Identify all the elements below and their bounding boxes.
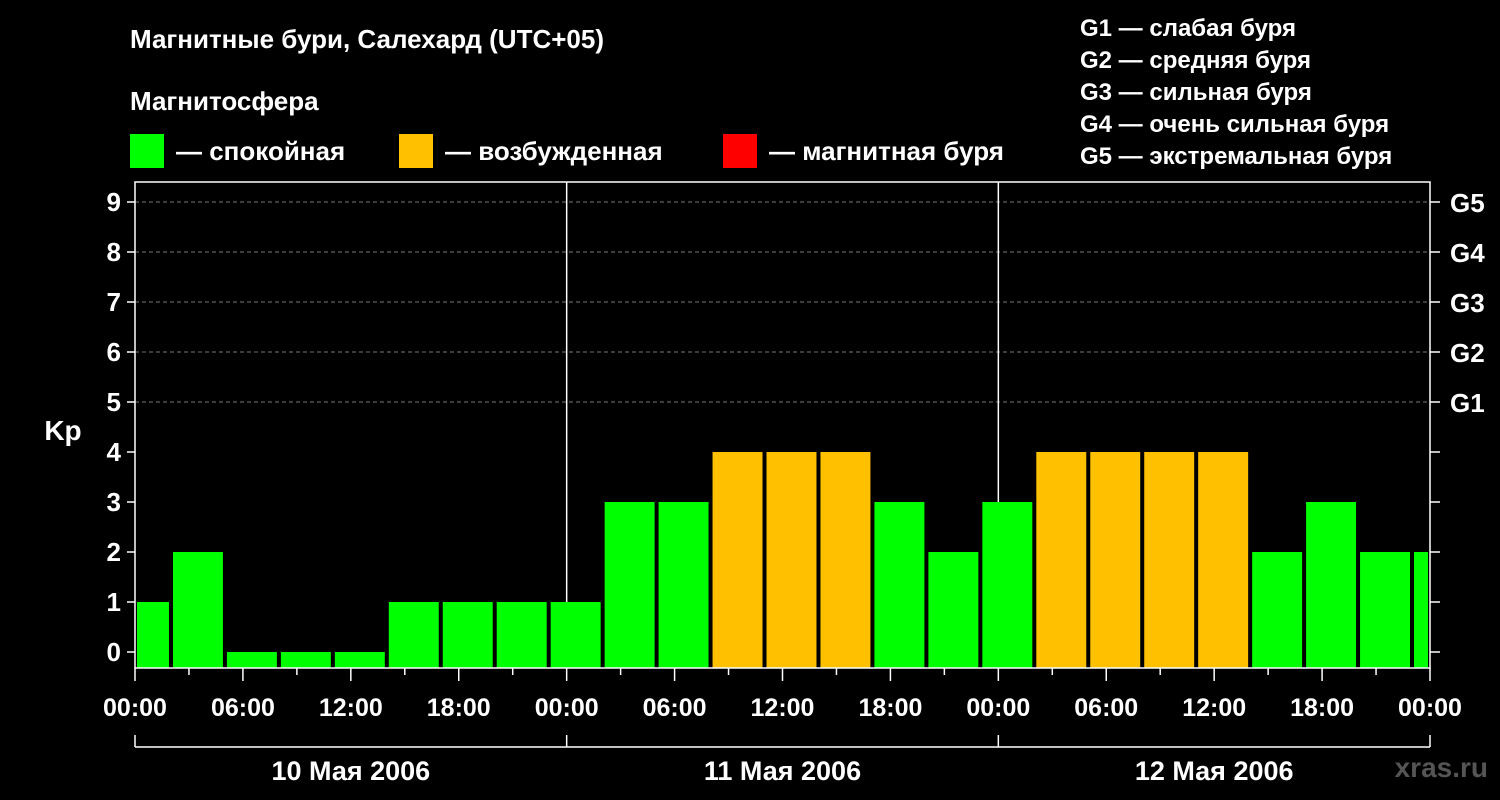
kp-bar [1306,502,1357,668]
kp-bar [658,502,709,668]
kp-bar [334,652,385,668]
y-axis-tick-label: 9 [107,187,121,217]
kp-bar [874,502,925,668]
x-axis-tick-label: 06:00 [643,694,707,722]
y-axis-tick-label: 4 [107,437,122,467]
x-axis-tick-label: 12:00 [319,694,383,722]
y-axis-tick-label: 1 [107,587,121,617]
x-axis-tick-label: 00:00 [103,694,167,722]
x-axis-tick-label: 18:00 [427,694,491,722]
kp-bar [1252,552,1303,668]
kp-bar [496,602,547,668]
g-scale-label: G2 [1450,338,1485,368]
x-axis-tick-label: 00:00 [1398,694,1462,722]
kp-bar [712,452,763,668]
g-scale-label: G1 [1450,388,1485,418]
kp-bar [820,452,871,668]
day-label: 12 Мая 2006 [1135,756,1294,786]
x-axis-tick-label: 12:00 [751,694,815,722]
watermark: xras.ru [1394,752,1488,783]
kp-bar [1090,452,1141,668]
g-scale-label: G3 [1450,288,1485,318]
kp-bar [982,502,1033,668]
kp-bar [172,552,223,668]
kp-bar [928,552,979,668]
y-axis-tick-label: 6 [107,337,121,367]
x-axis-tick-label: 00:00 [535,694,599,722]
g-scale-label: G4 [1450,238,1485,268]
y-axis-tick-label: 5 [107,387,121,417]
x-axis-tick-label: 18:00 [858,694,922,722]
kp-bar [1360,552,1411,668]
kp-bar [226,652,277,668]
kp-bar [1198,452,1249,668]
y-axis-tick-label: 3 [107,487,121,517]
kp-bar [280,652,331,668]
x-axis-tick-label: 00:00 [966,694,1030,722]
kp-bar [442,602,493,668]
g-scale-label: G5 [1450,188,1485,218]
kp-bar-chart: 0 1 2 3 4 5 6 7 8 9 G1 G2 G3 G4 G5 Kp 00:00 06:00 12:00 18:… [44,181,1485,786]
y-axis-tick-label: 2 [107,537,121,567]
kp-bar [1414,552,1428,668]
kp-bar [550,602,601,668]
day-label: 10 Мая 2006 [271,756,430,786]
x-axis-tick-label: 18:00 [1290,694,1354,722]
y-axis-tick-label: 0 [107,637,121,667]
kp-bar [1144,452,1195,668]
kp-bar [137,602,169,668]
x-axis-tick-label: 06:00 [211,694,275,722]
kp-bar [388,602,439,668]
y-axis-label: Kp [44,415,81,446]
kp-bar [766,452,817,668]
x-axis-tick-label: 12:00 [1182,694,1246,722]
kp-bar [1036,452,1087,668]
day-label: 11 Мая 2006 [704,756,861,786]
y-axis-tick-label: 8 [107,237,121,267]
y-axis-tick-label: 7 [107,287,121,317]
x-axis-tick-label: 06:00 [1074,694,1138,722]
kp-bar [604,502,655,668]
